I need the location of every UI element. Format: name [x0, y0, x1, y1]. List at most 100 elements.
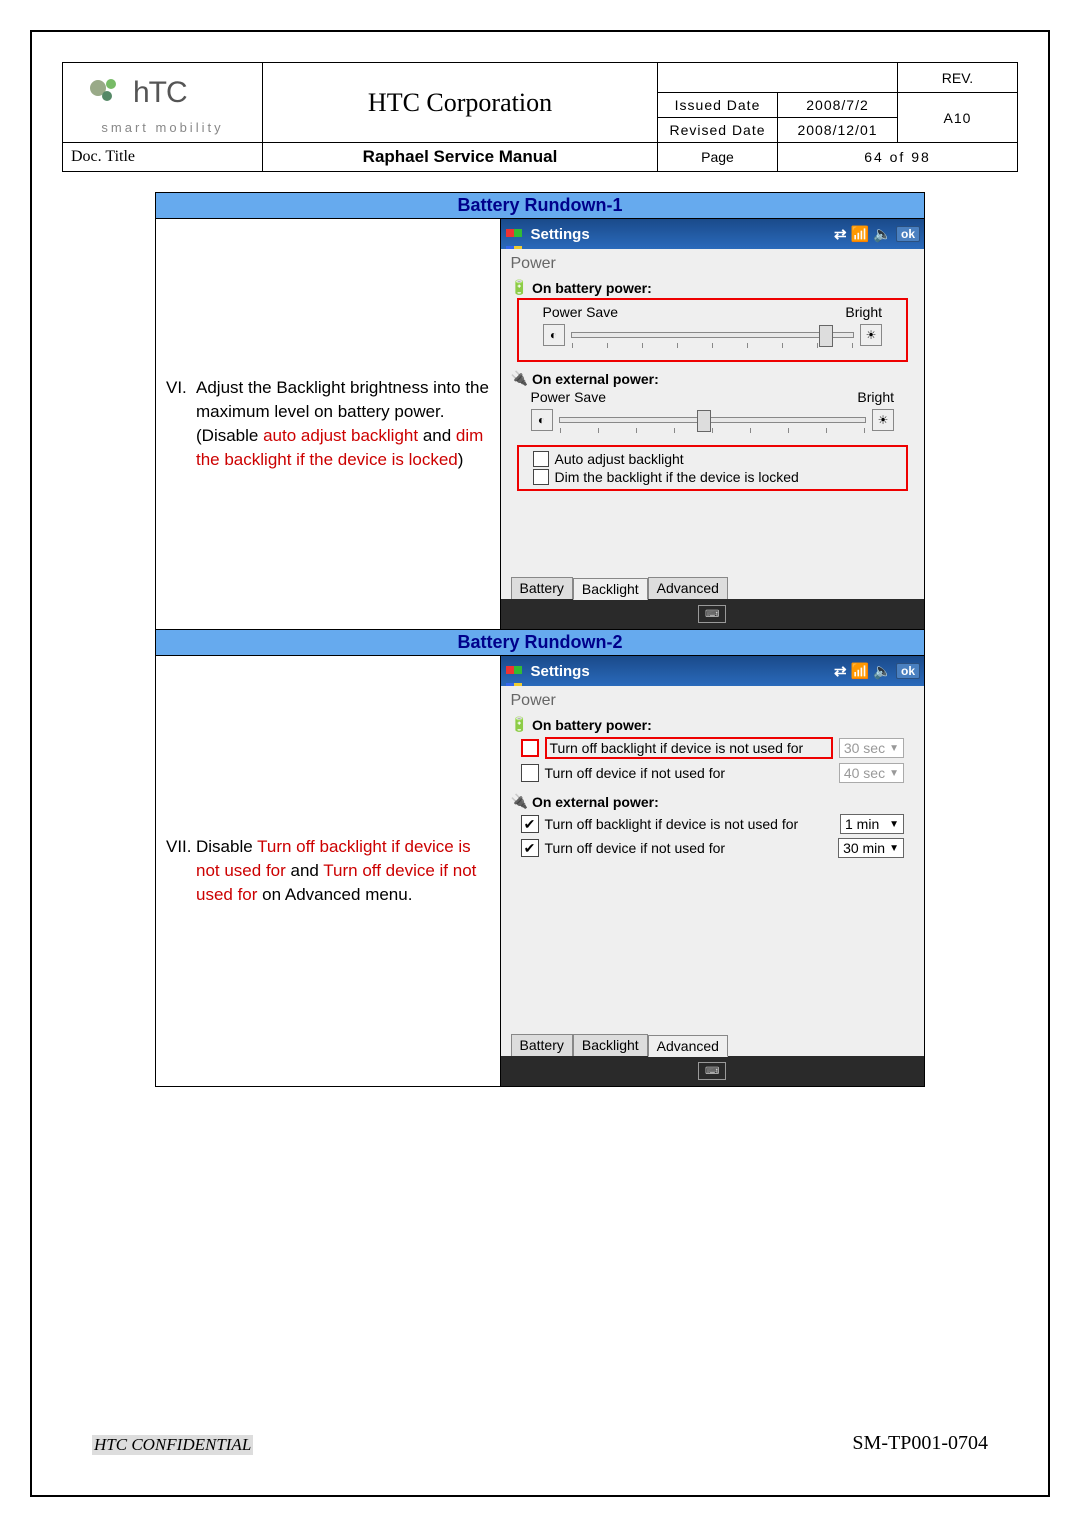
- battery-icon: 🔋: [511, 716, 528, 733]
- opt-batt-backlight-off[interactable]: Turn off backlight if device is not used…: [521, 737, 905, 759]
- wm-bottombar-2: ⌨: [501, 1056, 925, 1086]
- keyboard-icon[interactable]: ⌨: [698, 1062, 726, 1080]
- status-icons: ⇄ 📶 🔈 ok: [834, 662, 920, 680]
- tab-backlight[interactable]: Backlight: [573, 578, 648, 600]
- checkbox-unchecked[interactable]: [521, 764, 539, 782]
- screenshot-cell-2: Settings ⇄ 📶 🔈 ok Power 🔋: [500, 656, 925, 1087]
- sync-icon: ⇄: [834, 662, 847, 680]
- tab-advanced[interactable]: Advanced: [648, 577, 728, 599]
- dim-icon: ◐: [543, 324, 565, 346]
- bright-label-2: Bright: [857, 389, 894, 405]
- wm-content-1: Power 🔋 On battery power: Power Save Bri…: [501, 249, 925, 599]
- opt-batt-backlight-off-label: Turn off backlight if device is not used…: [545, 737, 833, 759]
- bright-icon: ☀: [872, 409, 894, 431]
- power-save-label: Power Save: [543, 304, 618, 320]
- dim-if-locked-label: Dim the backlight if the device is locke…: [555, 469, 799, 485]
- list-marker-vii: VII.: [166, 835, 196, 906]
- signal-icon: 📶: [851, 662, 870, 680]
- dd-30min[interactable]: 30 min▼: [838, 838, 904, 858]
- ok-button[interactable]: ok: [896, 663, 920, 679]
- wm-window-2: Settings ⇄ 📶 🔈 ok Power 🔋: [501, 656, 925, 1086]
- external-power-label: 🔌 On external power:: [511, 370, 915, 387]
- battery-power-label: 🔋 On battery power:: [511, 279, 915, 296]
- tabs-1: Battery Backlight Advanced: [511, 577, 728, 599]
- instruction-text-2: Disable Turn off backlight if device is …: [196, 835, 490, 906]
- issued-date-label: Issued Date: [658, 93, 778, 118]
- revised-date-value: 2008/12/01: [778, 118, 898, 143]
- instruction-cell-2: VII. Disable Turn off backlight if devic…: [156, 656, 501, 1087]
- ok-button[interactable]: ok: [896, 226, 920, 242]
- tab-battery[interactable]: Battery: [511, 1034, 573, 1056]
- section-header-2: Battery Rundown-2: [156, 630, 925, 656]
- checkbox-unchecked-highlight[interactable]: [521, 739, 539, 757]
- bright-icon: ☀: [860, 324, 882, 346]
- bright-label: Bright: [845, 304, 882, 320]
- battery-power-label: 🔋 On battery power:: [511, 716, 915, 733]
- auto-adjust-label: Auto adjust backlight: [555, 451, 684, 467]
- page: hTC smart mobility HTC Corporation REV. …: [0, 0, 1080, 1527]
- header-table: hTC smart mobility HTC Corporation REV. …: [62, 62, 1018, 172]
- wm-window-1: Settings ⇄ 📶 🔈 ok Power 🔋 O: [501, 219, 925, 629]
- corporation-name: HTC Corporation: [263, 63, 658, 143]
- plug-icon: 🔌: [511, 370, 528, 387]
- keyboard-icon[interactable]: ⌨: [698, 605, 726, 623]
- opt-ext-device-off[interactable]: ✔ Turn off device if not used for 30 min…: [521, 838, 905, 858]
- chevron-down-icon: ▼: [889, 768, 899, 779]
- sync-icon: ⇄: [834, 225, 847, 243]
- highlight-battery-slider: Power Save Bright ◐ ☀: [517, 298, 909, 362]
- external-power-label: 🔌 On external power:: [511, 793, 915, 810]
- page-value: 64 of 98: [778, 143, 1018, 172]
- body-table: Battery Rundown-1 VI. Adjust the Backlig…: [155, 192, 925, 1087]
- list-marker-vi: VI.: [166, 376, 196, 471]
- titlebar-title: Settings: [531, 226, 590, 243]
- signal-icon: 📶: [851, 225, 870, 243]
- dd-40sec[interactable]: 40 sec▼: [839, 763, 904, 783]
- status-icons: ⇄ 📶 🔈 ok: [834, 225, 920, 243]
- windows-icon[interactable]: [505, 223, 527, 245]
- auto-adjust-checkbox-row[interactable]: Auto adjust backlight: [533, 451, 893, 467]
- opt-ext-backlight-off[interactable]: ✔ Turn off backlight if device is not us…: [521, 814, 905, 834]
- issued-date-value: 2008/7/2: [778, 93, 898, 118]
- plug-icon: 🔌: [511, 793, 528, 810]
- logo-subtitle: smart mobility: [101, 120, 223, 135]
- rev-value: A10: [898, 93, 1018, 143]
- opt-batt-device-off-label: Turn off device if not used for: [545, 765, 833, 781]
- power-save-label-2: Power Save: [531, 389, 606, 405]
- confidential-label: HTC CONFIDENTIAL: [92, 1435, 253, 1455]
- instruction-text-1: Adjust the Backlight brightness into the…: [196, 376, 490, 471]
- wm-bottombar-1: ⌨: [501, 599, 925, 629]
- section-header-1: Battery Rundown-1: [156, 193, 925, 219]
- dd-1min[interactable]: 1 min▼: [840, 814, 904, 834]
- windows-icon[interactable]: [505, 660, 527, 682]
- rev-label: REV.: [898, 63, 1018, 93]
- tab-advanced[interactable]: Advanced: [648, 1035, 728, 1057]
- checkbox-unchecked[interactable]: [533, 451, 549, 467]
- checkbox-checked[interactable]: ✔: [521, 839, 539, 857]
- chevron-down-icon: ▼: [889, 743, 899, 754]
- logo-cell: hTC smart mobility: [63, 63, 263, 143]
- instruction-cell-1: VI. Adjust the Backlight brightness into…: [156, 219, 501, 630]
- dim-if-locked-checkbox-row[interactable]: Dim the backlight if the device is locke…: [533, 469, 893, 485]
- wm-titlebar-2: Settings ⇄ 📶 🔈 ok: [501, 656, 925, 686]
- chevron-down-icon: ▼: [889, 843, 899, 854]
- dim-icon: ◐: [531, 409, 553, 431]
- tab-backlight[interactable]: Backlight: [573, 1034, 648, 1056]
- speaker-icon: 🔈: [873, 225, 892, 243]
- tab-battery[interactable]: Battery: [511, 577, 573, 599]
- svg-text:hTC: hTC: [133, 76, 187, 109]
- opt-batt-device-off[interactable]: Turn off device if not used for 40 sec▼: [521, 763, 905, 783]
- dd-30sec[interactable]: 30 sec▼: [839, 738, 904, 758]
- external-brightness-slider[interactable]: ◐ ☀: [531, 405, 895, 435]
- opt-ext-device-off-label: Turn off device if not used for: [545, 840, 833, 856]
- page-label: Page: [658, 143, 778, 172]
- revised-date-label: Revised Date: [658, 118, 778, 143]
- titlebar-title: Settings: [531, 663, 590, 680]
- checkbox-unchecked[interactable]: [533, 469, 549, 485]
- tabs-2: Battery Backlight Advanced: [511, 1034, 728, 1056]
- chevron-down-icon: ▼: [889, 819, 899, 830]
- checkbox-checked[interactable]: ✔: [521, 815, 539, 833]
- battery-brightness-slider[interactable]: ◐ ☀: [543, 320, 883, 350]
- power-heading: Power: [511, 692, 915, 710]
- document-number: SM-TP001-0704: [852, 1432, 988, 1455]
- blank-cell: [658, 63, 898, 93]
